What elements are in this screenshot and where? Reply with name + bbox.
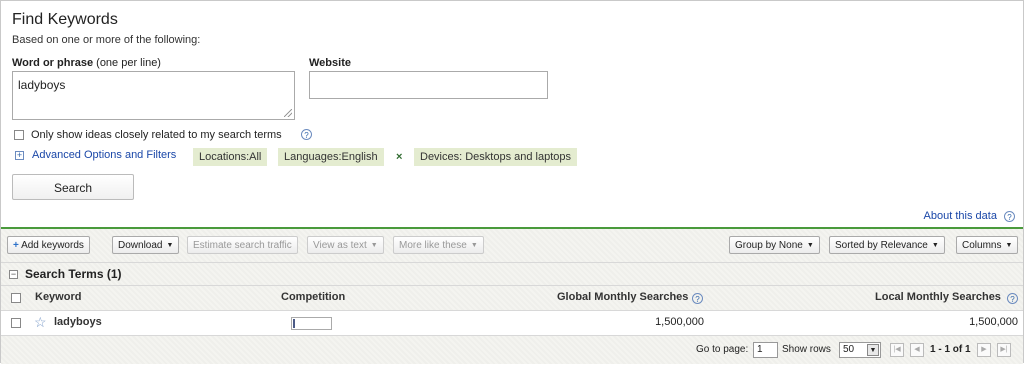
keyword-link[interactable]: ladyboys [54, 316, 102, 328]
results-panel: + Add keywords Download ▼ Estimate search… [1, 227, 1023, 364]
closely-related-checkbox[interactable] [14, 130, 24, 140]
rows-per-page-select[interactable]: 50 ▼ [839, 342, 881, 358]
prev-page-icon[interactable]: ◀ [910, 343, 924, 357]
add-keywords-button[interactable]: + Add keywords [7, 236, 90, 254]
estimate-traffic-button[interactable]: Estimate search traffic [187, 236, 298, 254]
competition-column-header[interactable]: Competition [281, 291, 345, 303]
group-by-button[interactable]: Group by None ▼ [729, 236, 820, 254]
download-label: Download [118, 240, 163, 251]
expand-plus-icon[interactable]: + [15, 151, 24, 160]
devices-filter-chip[interactable]: Devices: Desktops and laptops [414, 148, 578, 166]
rows-per-page-value: 50 [843, 344, 855, 355]
help-icon[interactable]: ? [1007, 293, 1018, 304]
word-phrase-label-text: Word or phrase [12, 57, 94, 69]
about-help-icon[interactable]: ? [1004, 211, 1015, 222]
page-title: Find Keywords [12, 11, 118, 28]
add-keywords-label: Add keywords [21, 240, 84, 251]
website-input[interactable] [309, 71, 548, 99]
word-phrase-textarea[interactable]: ladyboys [12, 71, 295, 120]
sort-by-label: Sorted by Relevance [835, 240, 928, 251]
chevron-down-icon: ▼ [1005, 242, 1013, 249]
search-terms-section-header: − Search Terms (1) [1, 262, 1023, 285]
resize-grip-icon[interactable] [284, 109, 292, 117]
show-rows-label: Show rows [782, 344, 831, 355]
goto-page-label: Go to page: [696, 344, 749, 355]
sort-by-button[interactable]: Sorted by Relevance ▼ [829, 236, 945, 254]
chevron-down-icon: ▼ [931, 242, 939, 249]
group-by-label: Group by None [735, 240, 803, 251]
search-button[interactable]: Search [12, 174, 134, 200]
find-keywords-form: Find Keywords Based on one or more of th… [1, 1, 1023, 227]
local-searches-value: 1,500,000 [969, 316, 1018, 328]
advanced-options-link[interactable]: Advanced Options and Filters [32, 149, 176, 161]
closely-related-label: Only show ideas closely related to my se… [31, 129, 282, 141]
page-range: 1 - 1 of 1 [930, 344, 971, 355]
website-label: Website [309, 57, 351, 69]
select-all-checkbox[interactable] [11, 293, 21, 303]
page-subtitle: Based on one or more of the following: [12, 34, 201, 46]
word-phrase-value: ladyboys [18, 78, 66, 92]
about-data-link[interactable]: About this data ? [924, 210, 1015, 222]
locations-filter-chip[interactable]: Locations:All [193, 148, 268, 166]
help-icon[interactable]: ? [301, 129, 312, 140]
row-checkbox[interactable] [11, 318, 21, 328]
add-plus-icon: + [13, 240, 19, 251]
columns-label: Columns [962, 240, 1002, 251]
first-page-icon[interactable]: |◀ [890, 343, 904, 357]
more-like-these-label: More like these [399, 240, 467, 251]
remove-language-icon[interactable]: × [396, 148, 402, 166]
chevron-down-icon: ▼ [166, 242, 174, 249]
word-phrase-hint: (one per line) [96, 57, 161, 69]
chevron-down-icon: ▼ [470, 242, 478, 249]
local-searches-column-header[interactable]: Local Monthly Searches [875, 291, 1001, 303]
keyword-column-header[interactable]: Keyword [35, 291, 81, 303]
help-icon[interactable]: ? [692, 293, 703, 304]
pagination-bar: Go to page: 1 Show rows 50 ▼ |◀ ◀ 1 - 1 … [1, 335, 1023, 365]
table-header-row: Keyword Competition Global Monthly Searc… [1, 285, 1023, 310]
chevron-down-icon: ▼ [370, 242, 378, 249]
star-icon[interactable]: ☆ [34, 315, 47, 329]
keyword-tool-panel: Find Keywords Based on one or more of th… [0, 0, 1024, 364]
more-like-these-button[interactable]: More like these ▼ [393, 236, 484, 254]
table-row: ☆ ladyboys 1,500,000 1,500,000 [1, 310, 1023, 335]
last-page-icon[interactable]: ▶| [997, 343, 1011, 357]
chevron-down-icon[interactable]: ▼ [867, 344, 879, 356]
global-searches-column-header[interactable]: Global Monthly Searches [557, 291, 688, 303]
columns-button[interactable]: Columns ▼ [956, 236, 1019, 254]
view-as-text-button[interactable]: View as text ▼ [307, 236, 384, 254]
goto-page-input[interactable]: 1 [753, 342, 778, 358]
chevron-down-icon: ▼ [806, 242, 814, 249]
word-phrase-label: Word or phrase (one per line) [12, 57, 161, 69]
collapse-minus-icon[interactable]: − [9, 270, 18, 279]
competition-bar-fill [293, 319, 295, 328]
about-data-text[interactable]: About this data [924, 210, 997, 222]
global-searches-value: 1,500,000 [655, 316, 704, 328]
download-button[interactable]: Download ▼ [112, 236, 180, 254]
languages-filter-chip[interactable]: Languages:English [278, 148, 384, 166]
section-title: Search Terms (1) [25, 267, 122, 281]
competition-bar [291, 317, 332, 330]
next-page-icon[interactable]: ▶ [977, 343, 991, 357]
view-as-text-label: View as text [313, 240, 367, 251]
